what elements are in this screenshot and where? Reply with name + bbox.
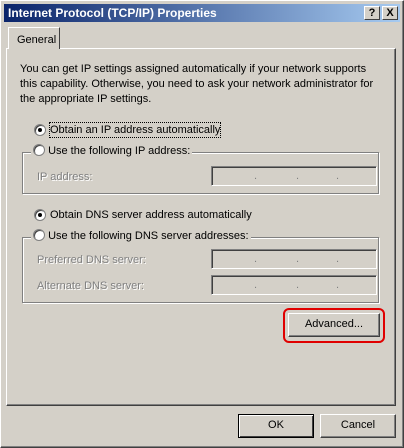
tab-general[interactable]: General (8, 27, 60, 49)
alternate-dns-label: Alternate DNS server: (37, 280, 144, 292)
obtain-ip-auto-label[interactable]: Obtain an IP address automatically (48, 122, 222, 138)
ok-button[interactable]: OK (238, 414, 314, 438)
close-button[interactable]: X (382, 6, 398, 20)
use-ip-radio-wrap: Use the following IP address: (31, 144, 193, 158)
cancel-button[interactable]: Cancel (320, 414, 396, 438)
use-dns-radio-wrap: Use the following DNS server addresses: (31, 229, 251, 243)
ip-address-field[interactable]: ... (211, 166, 377, 186)
ip-address-label: IP address: (37, 171, 93, 183)
help-button[interactable]: ? (364, 6, 380, 20)
intro-text: You can get IP settings assigned automat… (20, 63, 374, 105)
tab-general-label: General (17, 34, 57, 46)
preferred-dns-field[interactable]: ... (211, 249, 377, 269)
use-following-dns-radio[interactable] (33, 229, 45, 242)
obtain-dns-auto-label[interactable]: Obtain DNS server address automatically (50, 208, 252, 222)
window-title: Internet Protocol (TCP/IP) Properties (8, 6, 217, 20)
use-following-ip-label[interactable]: Use the following IP address: (48, 145, 190, 157)
preferred-dns-label: Preferred DNS server: (37, 254, 146, 266)
alternate-dns-field[interactable]: ... (211, 275, 377, 295)
highlight-annotation (283, 308, 385, 343)
use-following-dns-label[interactable]: Use the following DNS server addresses: (48, 230, 249, 242)
obtain-dns-auto-radio[interactable] (34, 209, 46, 221)
title-bar[interactable]: Internet Protocol (TCP/IP) Properties ? … (4, 4, 400, 22)
use-following-ip-radio[interactable] (33, 144, 45, 157)
obtain-ip-auto-radio[interactable] (34, 124, 46, 136)
